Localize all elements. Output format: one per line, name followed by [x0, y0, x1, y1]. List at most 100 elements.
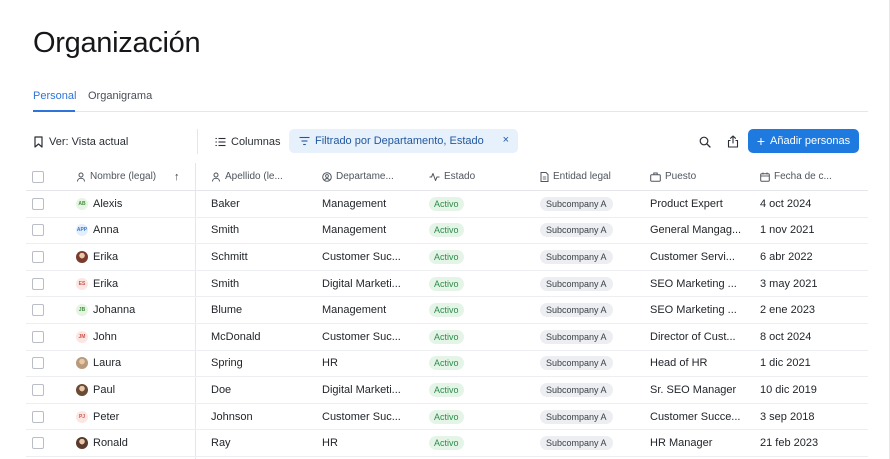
table-row[interactable]: AB Alexis Baker Management Activo Subcom…: [26, 191, 868, 218]
table-row[interactable]: APP Anna Smith Management Activo Subcomp…: [26, 218, 868, 245]
row-checkbox[interactable]: [32, 250, 44, 263]
status-badge: Activo: [429, 409, 464, 424]
last-name: Baker: [211, 197, 240, 210]
avatar: [76, 437, 88, 450]
entity-badge: Subcompany A: [540, 382, 613, 397]
last-name: Blume: [211, 304, 243, 317]
entity-badge: Subcompany A: [540, 249, 613, 264]
header-entity-label: Entidad legal: [553, 171, 611, 182]
cell-status: Activo: [429, 430, 529, 456]
header-status[interactable]: Estado: [429, 163, 529, 190]
cell-start-date: 8 oct 2024: [760, 324, 866, 350]
search-button[interactable]: [697, 129, 717, 154]
table-row[interactable]: JM John McDonald Customer Suc... Activo …: [26, 324, 868, 351]
cell-name[interactable]: PJ Peter: [76, 404, 186, 430]
table-row[interactable]: Ronald Ray HR Activo Subcompany A HR Man…: [26, 430, 868, 457]
header-date[interactable]: Fecha de c...: [760, 163, 866, 190]
row-checkbox[interactable]: [32, 197, 44, 210]
share-button[interactable]: [725, 129, 745, 154]
last-name: Smith: [211, 224, 240, 237]
position: Head of HR: [650, 357, 708, 370]
cell-name[interactable]: Ronald: [76, 430, 186, 456]
cell-department: Digital Marketi...: [322, 377, 417, 403]
row-checkbox[interactable]: [32, 330, 44, 343]
department: Customer Suc...: [322, 410, 401, 423]
cell-last-name: McDonald: [211, 324, 308, 350]
row-checkbox[interactable]: [32, 437, 44, 450]
table-row[interactable]: ES Erika Smith Digital Marketi... Activo…: [26, 271, 868, 298]
cell-name[interactable]: Erika: [76, 244, 186, 270]
bookmark-icon: [34, 135, 43, 148]
cell-start-date: 6 abr 2022: [760, 244, 866, 270]
header-position[interactable]: Puesto: [650, 163, 742, 190]
row-checkbox[interactable]: [32, 383, 44, 396]
columns-button[interactable]: Columnas: [215, 129, 281, 154]
table-row[interactable]: Laura Spring HR Activo Subcompany A Head…: [26, 351, 868, 378]
start-date: 1 dic 2021: [760, 357, 811, 370]
tab-bar: Personal Organigrama: [33, 88, 868, 112]
avatar: ES: [76, 277, 88, 290]
avatar: [76, 357, 88, 370]
avatar: APP: [76, 224, 88, 237]
tab-organigrama[interactable]: Organigrama: [88, 88, 152, 112]
cell-name[interactable]: Laura: [76, 351, 186, 377]
cell-position: General Mangag...: [650, 218, 742, 244]
first-name: Paul: [93, 383, 116, 396]
plus-icon: +: [756, 133, 766, 149]
header-legal-entity[interactable]: Entidad legal: [540, 163, 640, 190]
filter-clear-icon[interactable]: ×: [503, 134, 509, 146]
row-checkbox[interactable]: [32, 304, 44, 317]
start-date: 1 nov 2021: [760, 224, 815, 237]
header-status-label: Estado: [444, 171, 476, 182]
cell-start-date: 1 dic 2021: [760, 351, 866, 377]
select-all-checkbox[interactable]: [32, 170, 44, 183]
status-badge: Activo: [429, 329, 464, 344]
table-row[interactable]: Erika Schmitt Customer Suc... Activo Sub…: [26, 244, 868, 271]
start-date: 21 feb 2023: [760, 437, 819, 450]
row-select-cell: [32, 191, 46, 217]
start-date: 4 oct 2024: [760, 197, 812, 210]
last-name: Smith: [211, 277, 240, 290]
first-name: Alexis: [93, 197, 123, 210]
cell-name[interactable]: APP Anna: [76, 218, 186, 244]
cell-position: SEO Marketing ...: [650, 297, 742, 323]
avatar: PJ: [76, 410, 88, 423]
cell-name[interactable]: AB Alexis: [76, 191, 186, 217]
row-checkbox[interactable]: [32, 277, 44, 290]
filter-chip[interactable]: Filtrado por Departamento, Estado ×: [289, 129, 518, 153]
cell-name[interactable]: Paul: [76, 377, 186, 403]
table-row[interactable]: JB Johanna Blume Management Activo Subco…: [26, 297, 868, 324]
row-checkbox[interactable]: [32, 357, 44, 370]
department: HR: [322, 437, 338, 450]
row-checkbox[interactable]: [32, 410, 44, 423]
cell-department: Customer Suc...: [322, 324, 417, 350]
cell-status: Activo: [429, 377, 529, 403]
cell-name[interactable]: ES Erika: [76, 271, 186, 297]
table-row[interactable]: PJ Peter Johnson Customer Suc... Activo …: [26, 404, 868, 431]
status-badge: Activo: [429, 303, 464, 318]
cell-name[interactable]: JB Johanna: [76, 297, 186, 323]
cell-status: Activo: [429, 218, 529, 244]
row-checkbox[interactable]: [32, 224, 44, 237]
start-date: 2 ene 2023: [760, 304, 816, 317]
tab-personal[interactable]: Personal: [33, 88, 76, 112]
avatar: JB: [76, 304, 88, 317]
header-name-label: Nombre (legal): [90, 171, 157, 182]
cell-legal-entity: Subcompany A: [540, 218, 640, 244]
cell-position: Head of HR: [650, 351, 742, 377]
first-name: Johanna: [93, 304, 136, 317]
cell-department: Digital Marketi...: [322, 271, 417, 297]
row-select-cell: [32, 377, 46, 403]
header-name[interactable]: Nombre (legal): [76, 163, 186, 190]
entity-badge: Subcompany A: [540, 276, 613, 291]
header-last-name[interactable]: Apellido (le...: [211, 163, 308, 190]
row-select-cell: [32, 218, 46, 244]
department: Management: [322, 197, 387, 210]
add-person-button[interactable]: + Añadir personas: [748, 129, 859, 153]
cell-last-name: Smith: [211, 271, 308, 297]
view-selector[interactable]: Ver: Vista actual: [33, 129, 128, 154]
table-row[interactable]: Paul Doe Digital Marketi... Activo Subco…: [26, 377, 868, 404]
cell-name[interactable]: JM John: [76, 324, 186, 350]
sort-ascending-icon[interactable]: ↑: [174, 171, 180, 183]
header-department[interactable]: Departame...: [322, 163, 417, 190]
